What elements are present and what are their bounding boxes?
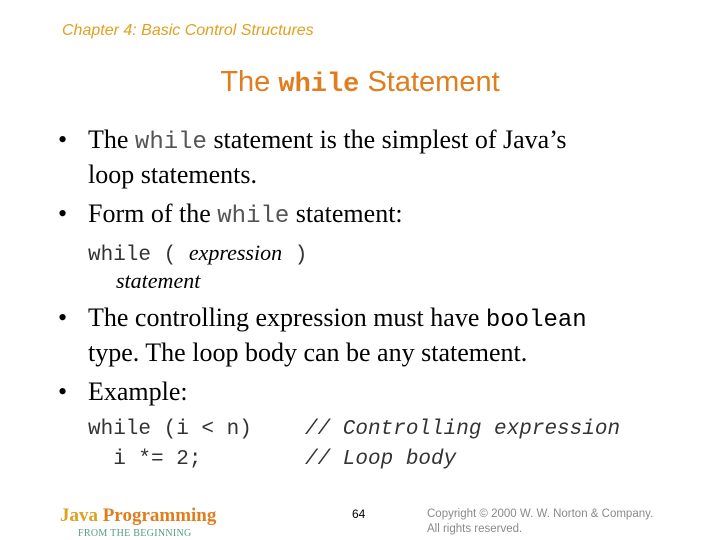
syntax-expression: expression bbox=[188, 240, 283, 265]
bullet-text-part: type. The loop body can be any statement… bbox=[88, 338, 528, 367]
bullet-icon: • bbox=[58, 125, 68, 154]
bullet-text: The while statement is the simplest of J… bbox=[88, 124, 688, 191]
book-logo: Java Programming bbox=[60, 505, 216, 527]
example-code-line-2: i *= 2; bbox=[88, 448, 202, 471]
bullet-text-part: loop statements. bbox=[88, 160, 257, 189]
example-code-line-1: while (i < n) bbox=[88, 418, 252, 441]
bullet-text-part: statement: bbox=[289, 199, 403, 228]
bullet-text-part: Form of the bbox=[88, 199, 218, 228]
bullet-text-part: The bbox=[88, 125, 135, 154]
logo-java: Java bbox=[60, 505, 98, 526]
title-prefix: The bbox=[220, 66, 279, 98]
syntax-paren: ( bbox=[151, 244, 189, 267]
inline-code: while bbox=[217, 203, 290, 230]
page-number: 64 bbox=[352, 507, 366, 521]
syntax-keyword: while bbox=[88, 244, 152, 267]
example-comment-2: // Loop body bbox=[305, 448, 457, 471]
bullet-text-part: The controlling expression must have bbox=[88, 303, 486, 332]
copyright: Copyright © 2000 W. W. Norton & Company.… bbox=[427, 507, 653, 537]
bullet-icon: • bbox=[58, 303, 68, 332]
bullet-text-part: Example: bbox=[88, 377, 188, 406]
syntax-line-2: statement bbox=[116, 268, 200, 295]
bullet-icon: • bbox=[58, 377, 68, 406]
syntax-paren: ) bbox=[282, 244, 308, 267]
copyright-line: Copyright © 2000 W. W. Norton & Company. bbox=[427, 508, 654, 520]
bullet-text-part: statement is the simplest of Java’s bbox=[206, 125, 567, 154]
title-suffix: Statement bbox=[359, 66, 500, 98]
bullet-text: Form of the while statement: bbox=[88, 198, 688, 233]
book-subtitle: FROM THE BEGINNING bbox=[78, 528, 192, 539]
inline-code: while bbox=[134, 129, 207, 156]
slide-title: The while Statement bbox=[0, 66, 720, 100]
inline-code: boolean bbox=[485, 307, 587, 334]
bullet-text: Example: bbox=[88, 376, 688, 408]
bullet-text: The controlling expression must have boo… bbox=[88, 302, 720, 369]
syntax-statement: statement bbox=[116, 268, 201, 293]
bullet-icon: • bbox=[58, 199, 68, 228]
copyright-line: All rights reserved. bbox=[427, 523, 523, 535]
logo-programming: Programming bbox=[98, 505, 217, 526]
example-comment-1: // Controlling expression bbox=[305, 418, 621, 441]
syntax-line-1: while ( expression ) bbox=[88, 240, 307, 267]
chapter-heading: Chapter 4: Basic Control Structures bbox=[62, 22, 314, 39]
title-code: while bbox=[278, 70, 360, 100]
